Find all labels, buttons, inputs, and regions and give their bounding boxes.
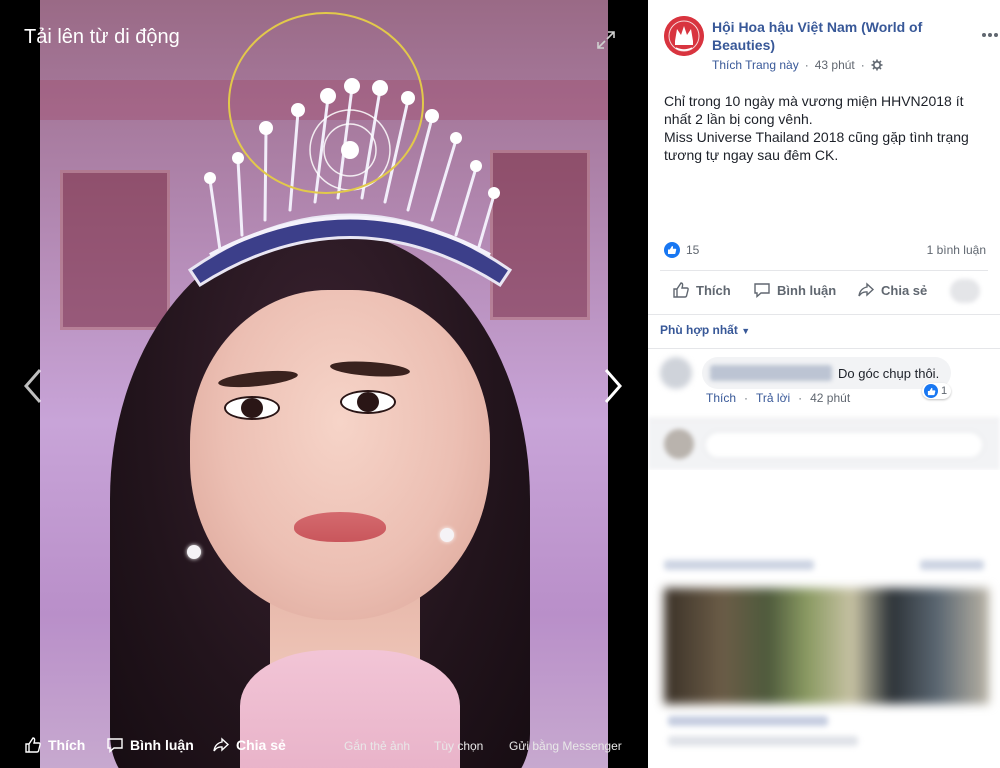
blurred-text	[920, 560, 984, 570]
comment-sort-label: Phù hợp nhất	[660, 323, 738, 337]
thumbs-up-icon	[25, 737, 41, 753]
comment-text: Do góc chụp thôi.	[838, 365, 940, 381]
comment-icon	[754, 283, 770, 299]
post-header: Hội Hoa hậu Việt Nam (World of Beauties)…	[664, 16, 998, 76]
post-as-avatar-selector[interactable]	[950, 279, 980, 303]
comment-reaction-count[interactable]: 1	[922, 383, 952, 399]
page-avatar[interactable]	[664, 16, 704, 56]
comment-sort-bar: Phù hợp nhất ▼	[648, 314, 1000, 348]
earring	[440, 528, 454, 542]
comment-actions-separator: ·	[744, 391, 749, 405]
commenter-avatar[interactable]	[660, 357, 692, 389]
upload-source-label: Tải lên từ di động	[24, 26, 180, 48]
lips	[294, 512, 386, 542]
comment-like-count: 1	[941, 385, 948, 397]
more-options-icon[interactable]	[980, 30, 1000, 40]
comment-reply-link[interactable]: Trả lời	[756, 391, 790, 405]
options-link[interactable]: Tùy chọn	[434, 739, 483, 753]
blurred-image[interactable]	[664, 588, 989, 704]
thumbs-up-icon	[673, 282, 689, 298]
photo[interactable]	[40, 0, 608, 768]
post-timestamp[interactable]: 43 phút	[815, 58, 855, 72]
like-button-label: Thích	[696, 282, 731, 298]
like-button[interactable]: Thích	[672, 281, 731, 299]
share-button[interactable]: Chia sẻ	[857, 281, 927, 299]
reaction-summary[interactable]: 15	[664, 242, 699, 258]
viewer-comment-button[interactable]: Bình luận	[106, 736, 194, 754]
gear-icon[interactable]	[871, 59, 883, 71]
eye	[224, 396, 280, 420]
background-window	[60, 170, 170, 330]
viewer-like-label: Thích	[48, 737, 86, 753]
post-meta: Thích Trang này · 43 phút ·	[712, 58, 883, 72]
write-comment-area[interactable]	[648, 418, 1000, 470]
like-reaction-icon	[664, 242, 680, 258]
comment-sort-dropdown[interactable]: Phù hợp nhất ▼	[660, 323, 750, 337]
comment-button-label: Bình luận	[777, 282, 837, 298]
commenter-name[interactable]	[710, 365, 832, 381]
comment-icon	[107, 738, 123, 754]
chevron-left-icon[interactable]	[20, 366, 46, 406]
blurred-text	[664, 560, 814, 570]
post-panel: Hội Hoa hậu Việt Nam (World of Beauties)…	[648, 0, 1000, 768]
caret-down-icon: ▼	[741, 326, 751, 336]
page-name-link[interactable]: Hội Hoa hậu Việt Nam (World of Beauties)	[712, 18, 952, 54]
earring	[187, 545, 201, 559]
comment-actions: Thích · Trả lời · 42 phút	[706, 391, 850, 405]
comment-button[interactable]: Bình luận	[753, 281, 836, 299]
post-text-line: Miss Universe Thailand 2018 cũng gặp tìn…	[664, 129, 969, 163]
post-text: Chỉ trong 10 ngày mà vương miện HHVN2018…	[664, 92, 990, 164]
comment-count-link[interactable]: 1 bình luận	[927, 243, 986, 257]
share-icon	[213, 737, 230, 752]
blurred-text	[668, 736, 858, 746]
annotation-circle	[228, 12, 424, 194]
eye	[340, 390, 396, 414]
viewer-like-button[interactable]: Thích	[24, 736, 85, 754]
comment-actions-separator: ·	[798, 391, 803, 405]
viewer-share-label: Chia sẻ	[236, 737, 286, 753]
chevron-right-icon[interactable]	[600, 366, 626, 406]
photo-viewer: Tải lên từ di động Thích Bình luận Chia …	[0, 0, 648, 768]
meta-separator: ·	[860, 58, 865, 72]
comment-timestamp[interactable]: 42 phút	[810, 391, 850, 405]
share-icon	[858, 282, 875, 297]
post-action-bar: Thích Bình luận Chia sẻ	[660, 270, 988, 310]
page-logo	[664, 16, 704, 56]
share-button-label: Chia sẻ	[881, 282, 928, 298]
comment-bubble: Do góc chụp thôi.	[702, 357, 952, 389]
post-text-line: Chỉ trong 10 ngày mà vương miện HHVN2018…	[664, 93, 964, 127]
like-reaction-icon	[924, 384, 938, 398]
comment-list: Do góc chụp thôi. 1 Thích · Trả lời · 42…	[648, 348, 1000, 418]
viewer-share-button[interactable]: Chia sẻ	[212, 736, 286, 754]
comment-input[interactable]	[704, 431, 984, 459]
tag-photo-link[interactable]: Gắn thẻ ảnh	[344, 739, 410, 753]
blurred-related-content	[648, 470, 1000, 768]
blurred-text	[668, 716, 828, 726]
expand-icon[interactable]	[596, 30, 616, 50]
current-user-avatar	[664, 429, 694, 459]
send-messenger-link[interactable]: Gửi bằng Messenger	[509, 739, 622, 753]
viewer-comment-label: Bình luận	[130, 737, 194, 753]
comment-like-link[interactable]: Thích	[706, 391, 736, 405]
meta-separator: ·	[804, 58, 809, 72]
like-count: 15	[686, 243, 700, 257]
face	[190, 290, 490, 620]
like-page-link[interactable]: Thích Trang này	[712, 58, 799, 72]
viewer-action-bar: Thích Bình luận Chia sẻ Gắn thẻ ảnh Tùy …	[0, 708, 648, 768]
post-stats: 15 1 bình luận	[664, 242, 986, 260]
